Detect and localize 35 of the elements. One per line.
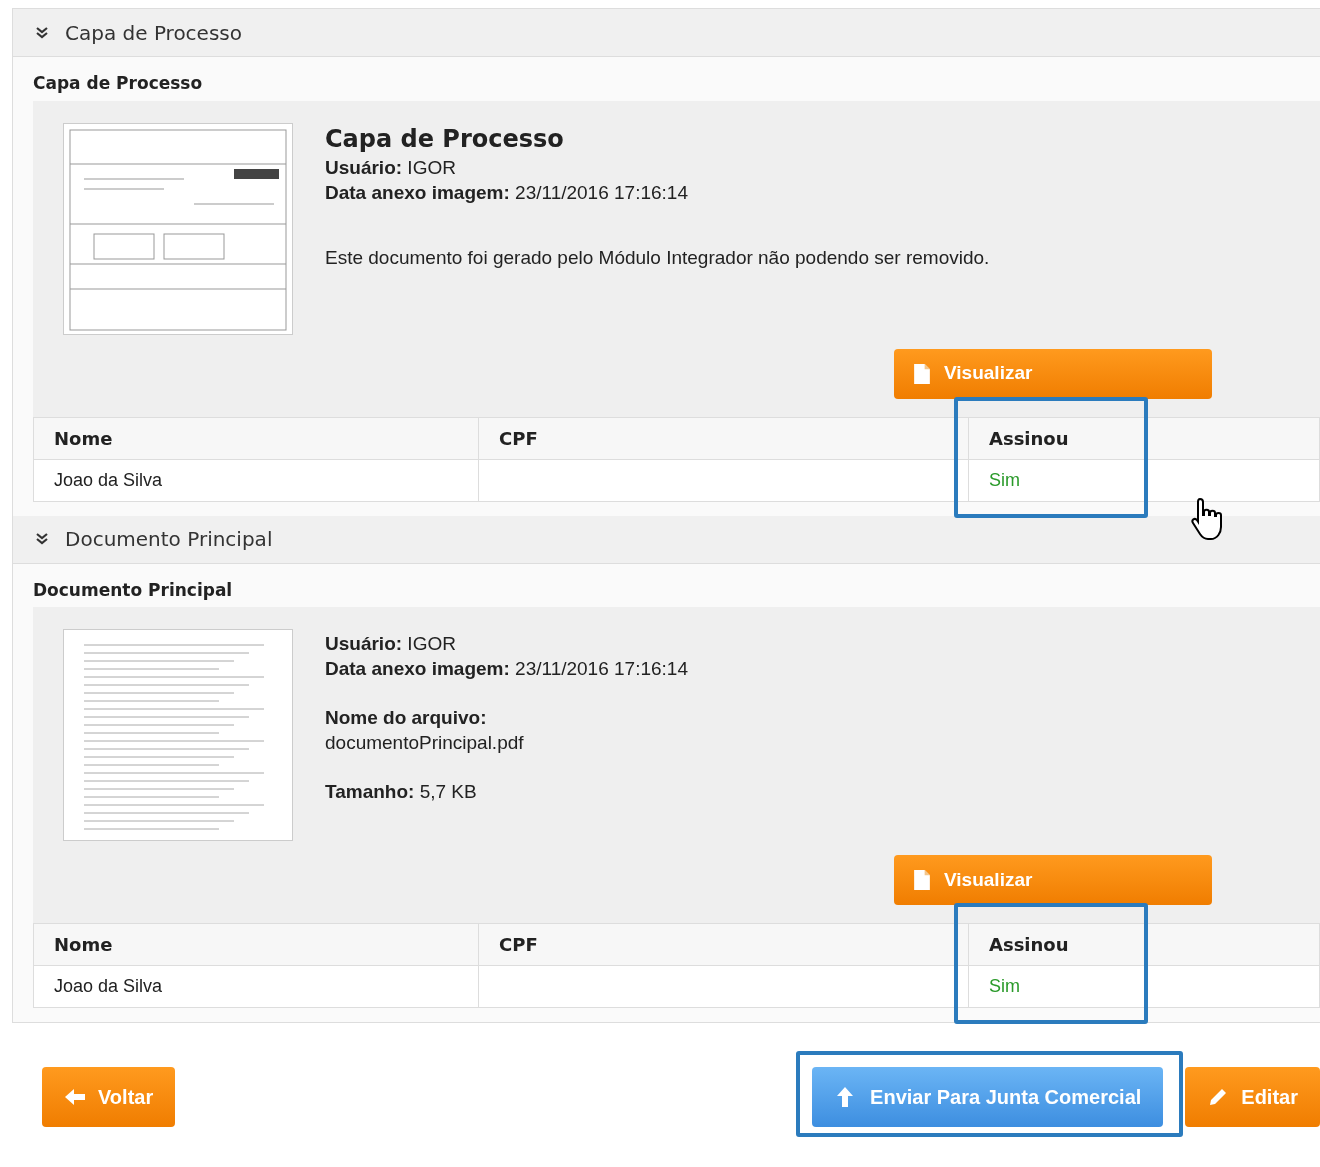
section-header[interactable]: Capa de Processo (13, 9, 1320, 57)
table-cell: Sim (968, 459, 1320, 501)
field-line: Usuário: IGOR (325, 156, 457, 181)
action-button[interactable]: Voltar (42, 1067, 176, 1127)
field-line: Data anexo imagem: 23/11/2016 17:16:14 (325, 181, 689, 206)
section-header[interactable]: Documento Principal (13, 515, 1320, 564)
action-button[interactable]: Enviar Para Junta Comercial (812, 1067, 1164, 1127)
notice-text: Este documento foi gerado pelo Módulo Integrador não podendo ser removido. (325, 246, 991, 271)
field-label: Nome do arquivo: (325, 706, 488, 730)
table-cell: Sim (968, 965, 1320, 1008)
table-cell: Joao da Silva (33, 459, 479, 501)
chevrons-down-icon (35, 25, 49, 40)
chevrons-down-icon (35, 532, 49, 546)
field-line: Tamanho: 5,7 KB (325, 780, 478, 804)
view-button[interactable]: Visualizar (894, 855, 1212, 905)
file-icon (912, 869, 932, 891)
file-icon (912, 362, 932, 385)
view-button[interactable]: Visualizar (894, 348, 1212, 399)
card-title: Capa de Processo (33, 72, 204, 95)
field-value: documentoPrincipal.pdf (325, 731, 525, 755)
section-title: Documento Principal (65, 526, 273, 553)
column-header: Assinou (968, 923, 1320, 966)
action-button[interactable]: Editar (1185, 1067, 1320, 1127)
column-header: CPF (478, 417, 969, 459)
table-cell: Joao da Silva (33, 965, 479, 1008)
field-line: Data anexo imagem: 23/11/2016 17:16:14 (325, 657, 689, 681)
card-title: Documento Principal (33, 578, 234, 602)
document-heading: Capa de Processo (325, 124, 565, 154)
column-header: CPF (478, 923, 969, 966)
field-line: Usuário: IGOR (325, 632, 457, 656)
column-header: Assinou (968, 417, 1320, 459)
column-header: Nome (33, 417, 479, 459)
column-header: Nome (33, 923, 479, 966)
section-title: Capa de Processo (65, 19, 242, 47)
arrow-left-icon (64, 1086, 86, 1108)
